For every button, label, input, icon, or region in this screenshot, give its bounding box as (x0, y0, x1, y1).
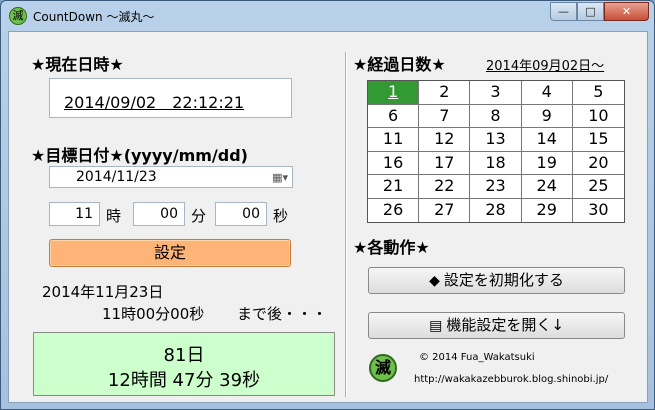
day-cell[interactable]: 11 (368, 128, 420, 152)
client-area: ★現在日時★ 2014/09/02 22:12:21 ★目標日付★(yyyy/m… (8, 31, 648, 403)
target-date-value: 2014/11/23 (76, 169, 157, 185)
close-button[interactable]: ✕ (604, 2, 649, 21)
second-input[interactable]: 00 (215, 202, 267, 226)
day-cell[interactable]: 6 (368, 104, 420, 128)
hour-value: 11 (75, 206, 93, 222)
target-summary-time: 11時00分00秒 (102, 305, 205, 323)
open-settings-button[interactable]: ▤ 機能設定を開く↓ (368, 312, 625, 339)
day-cell[interactable]: 21 (368, 175, 420, 199)
app-icon: 滅 (9, 7, 27, 25)
day-cell[interactable]: 9 (521, 104, 573, 128)
hour-input[interactable]: 11 (49, 202, 100, 226)
day-cell[interactable]: 23 (470, 175, 522, 199)
maximize-button[interactable]: □ (577, 2, 604, 21)
vertical-divider (345, 52, 347, 397)
elapsed-day-grid: 1 2 3 4 5 6 7 8 9 10 11 12 13 14 15 16 17 18 19 20 21 22 23 24 2… (367, 80, 625, 223)
target-date-heading: ★目標日付★(yyyy/mm/dd) (31, 146, 248, 165)
remaining-days: 81日 (163, 345, 205, 366)
elapsed-days-heading: ★経過日数★ (353, 55, 446, 74)
minute-input[interactable]: 00 (133, 202, 185, 226)
day-cell[interactable]: 7 (419, 104, 471, 128)
minute-value: 00 (160, 206, 178, 222)
day-cell[interactable]: 5 (572, 81, 624, 105)
day-cell[interactable]: 1 (368, 81, 420, 105)
minimize-button[interactable]: — (550, 2, 577, 21)
app-logo: 滅 (369, 354, 397, 382)
day-cell[interactable]: 12 (419, 128, 471, 152)
day-cell[interactable]: 8 (470, 104, 522, 128)
day-cell[interactable]: 15 (572, 128, 624, 152)
remaining-hms: 12時間 47分 39秒 (107, 370, 261, 391)
actions-heading: ★各動作★ (353, 238, 430, 257)
day-cell[interactable]: 17 (419, 151, 471, 175)
current-datetime-field[interactable]: 2014/09/02 22:12:21 (49, 78, 292, 118)
document-icon: ▤ (429, 318, 443, 334)
day-cell[interactable]: 25 (572, 175, 624, 199)
title-bar[interactable]: 滅 CountDown ～滅丸～ — □ ✕ (1, 1, 654, 31)
app-window: 滅 CountDown ～滅丸～ — □ ✕ ★現在日時★ 2014/09/02… (0, 0, 655, 410)
blog-url-link[interactable]: http://wakakazebburok.blog.shinobi.jp/ (414, 374, 608, 385)
day-cell[interactable]: 30 (573, 199, 624, 223)
minute-unit-label: 分 (191, 207, 207, 225)
reset-settings-label: 設定を初期化する (443, 271, 564, 289)
target-date-picker[interactable]: 2014/11/23 ▦▾ (49, 166, 293, 188)
calendar-dropdown-icon[interactable]: ▦▾ (272, 171, 288, 184)
day-cell[interactable]: 14 (521, 128, 573, 152)
day-cell[interactable]: 29 (522, 198, 573, 222)
day-cell[interactable]: 20 (572, 152, 624, 175)
copyright-text: © 2014 Fua_Wakatsuki (419, 352, 535, 363)
window-controls: — □ ✕ (550, 2, 649, 22)
day-cell[interactable]: 19 (521, 151, 573, 175)
elapsed-start-date: 2014年09月02日～ (486, 59, 605, 74)
day-cell[interactable]: 16 (368, 151, 420, 175)
eraser-icon: ◆ (429, 273, 440, 289)
day-cell[interactable]: 22 (419, 175, 471, 199)
second-unit-label: 秒 (273, 207, 289, 225)
open-settings-label: 機能設定を開く↓ (446, 316, 564, 334)
day-cell[interactable]: 18 (470, 151, 522, 175)
second-value: 00 (242, 206, 260, 222)
hour-unit-label: 時 (106, 207, 122, 225)
day-cell[interactable]: 4 (521, 81, 573, 105)
day-cell[interactable]: 24 (521, 175, 573, 199)
target-summary-date: 2014年11月23日 (42, 283, 164, 301)
remaining-time-panel: 81日 12時間 47分 39秒 (33, 332, 335, 396)
day-cell[interactable]: 27 (419, 198, 471, 222)
reset-settings-button[interactable]: ◆ 設定を初期化する (368, 267, 625, 294)
set-button[interactable]: 設定 (49, 239, 291, 267)
day-cell[interactable]: 10 (572, 105, 624, 128)
current-datetime-value: 2014/09/02 22:12:21 (64, 93, 245, 112)
day-cell[interactable]: 3 (470, 81, 522, 105)
day-cell[interactable]: 28 (470, 198, 522, 222)
current-datetime-heading: ★現在日時★ (31, 55, 124, 74)
day-cell[interactable]: 13 (470, 128, 522, 152)
day-cell[interactable]: 2 (419, 81, 471, 105)
target-summary-suffix: まで後・・・ (237, 305, 328, 323)
day-cell[interactable]: 26 (368, 198, 420, 222)
window-title: CountDown ～滅丸～ (33, 10, 155, 24)
